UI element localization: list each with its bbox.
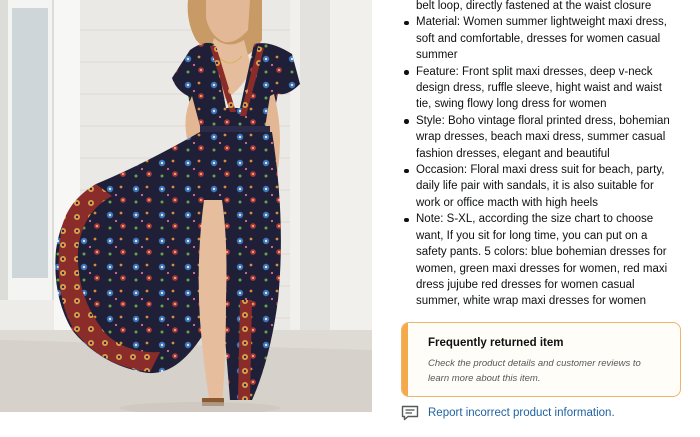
feature-line: work or office macth with high heels bbox=[416, 196, 598, 209]
product-features-list: belt loop, directly fastened at the wais… bbox=[401, 0, 693, 310]
feature-line: Feature: Front split maxi dresses, deep … bbox=[416, 65, 653, 78]
feature-line: summer bbox=[416, 49, 458, 62]
feature-bullet-note: Note: S-XL, according the size chart to … bbox=[401, 211, 693, 309]
report-incorrect-info[interactable]: Report incorrect product information. bbox=[401, 404, 615, 422]
feature-line: daily life pair with sandals, it is also… bbox=[416, 180, 654, 193]
feature-bullet-material: Material: Women summer lightweight maxi … bbox=[401, 14, 693, 63]
card-accent-bar bbox=[402, 323, 408, 396]
feedback-icon bbox=[401, 405, 419, 421]
feature-line: Occasion: Floral maxi dress suit for bea… bbox=[416, 164, 665, 177]
card-body-line: learn more about this item. bbox=[428, 373, 541, 384]
product-photo bbox=[0, 0, 372, 412]
feature-line: women, green maxi dresses for women, red… bbox=[416, 262, 668, 275]
card-body: Check the product details and customer r… bbox=[428, 356, 668, 386]
frequently-returned-card: Frequently returned item Check the produ… bbox=[401, 322, 681, 397]
product-image[interactable] bbox=[0, 0, 372, 412]
feature-bullet: belt loop, directly fastened at the wais… bbox=[401, 0, 693, 14]
feature-line: want, If you sit for long time, you can … bbox=[416, 229, 648, 242]
feature-line: wrap dresses, beach maxi dress, summer c… bbox=[416, 131, 666, 144]
feature-bullet-style: Style: Boho vintage floral printed dress… bbox=[401, 113, 693, 162]
feature-line: tie, swing flowy long dress for women bbox=[416, 98, 607, 111]
feature-line: design dress, ruffle sleeve, hight waist… bbox=[416, 82, 662, 95]
card-body-line: Check the product details and customer r… bbox=[428, 358, 641, 369]
feature-line: Note: S-XL, according the size chart to … bbox=[416, 213, 654, 226]
card-title: Frequently returned item bbox=[428, 337, 564, 349]
feature-line: summer, white wrap maxi dresses for wome… bbox=[416, 295, 647, 308]
feature-line: Style: Boho vintage floral printed dress… bbox=[416, 114, 670, 127]
feature-bullet-feature: Feature: Front split maxi dresses, deep … bbox=[401, 64, 693, 113]
report-link[interactable]: Report incorrect product information. bbox=[428, 407, 615, 419]
feature-line: Material: Women summer lightweight maxi … bbox=[416, 16, 667, 29]
feature-line: dress jujube red dresses for women casua… bbox=[416, 278, 635, 291]
feature-line: belt loop, directly fastened at the wais… bbox=[416, 0, 652, 12]
feature-bullet-occasion: Occasion: Floral maxi dress suit for bea… bbox=[401, 162, 693, 211]
feature-line: soft and comfortable, dresses for women … bbox=[416, 32, 661, 45]
feature-line: fashion dresses, elegant and beautiful bbox=[416, 147, 610, 160]
feature-line: safety pants. 5 colors: blue bohemian dr… bbox=[416, 246, 667, 259]
